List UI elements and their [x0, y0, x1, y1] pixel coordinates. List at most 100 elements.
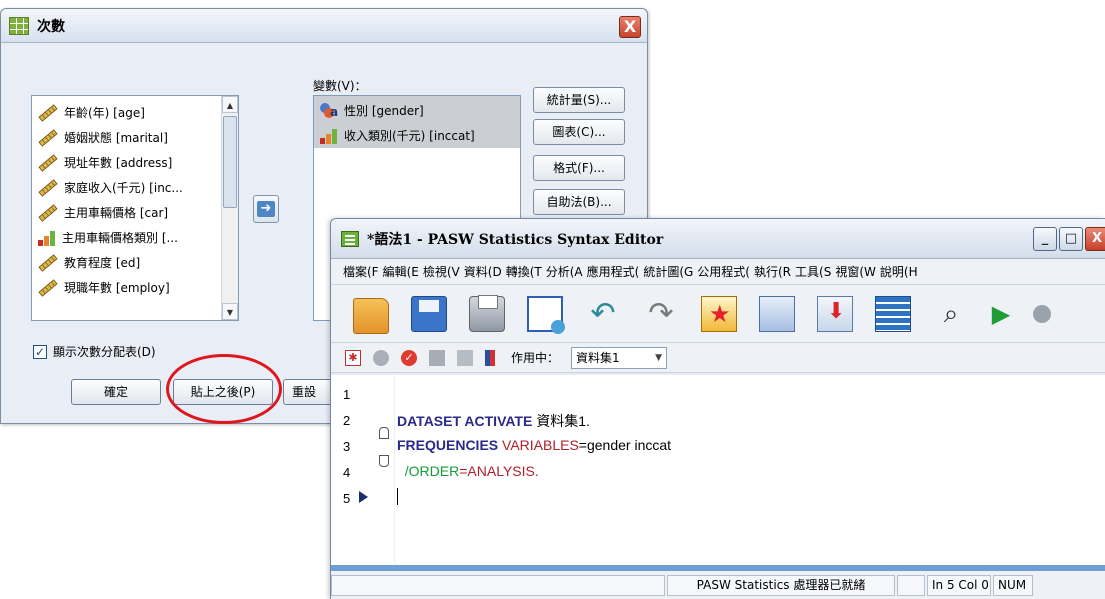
- chevron-down-icon[interactable]: ▼: [655, 348, 662, 368]
- list-item[interactable]: 現址年數 [address]: [32, 150, 222, 175]
- ordinal-bars-icon: [38, 230, 56, 246]
- scale-ruler-icon: [38, 253, 58, 272]
- menu-item[interactable]: 說明(H: [880, 263, 918, 280]
- save-icon[interactable]: [411, 295, 447, 332]
- format-button[interactable]: 格式(F)...: [533, 155, 625, 181]
- scroll-thumb[interactable]: [223, 116, 237, 208]
- menu-item[interactable]: 統計圖(G: [643, 263, 693, 280]
- validate-icon[interactable]: ✓: [401, 349, 417, 366]
- line-number: 3: [343, 439, 351, 454]
- variable-label: 性別 [gender]: [344, 104, 424, 118]
- status-spacer: [897, 575, 925, 596]
- status-blank: [331, 575, 665, 596]
- list-item[interactable]: a 性別 [gender]: [314, 98, 520, 123]
- list-item[interactable]: 婚姻狀態 [marital]: [32, 125, 222, 150]
- bookmark-icon[interactable]: [429, 349, 445, 366]
- open-folder-icon[interactable]: [353, 297, 389, 334]
- fold-close-icon[interactable]: [379, 455, 389, 467]
- stop-icon[interactable]: [1033, 304, 1051, 323]
- variable-label: 現職年數 [employ]: [64, 281, 170, 295]
- code-line[interactable]: FREQUENCIES VARIABLES=gender inccat: [397, 437, 671, 453]
- syntax-code-area[interactable]: 1 2 DATASET ACTIVATE 資料集1. 3 FREQUENCIES VAR…: [331, 375, 1105, 565]
- goto-case-icon[interactable]: [701, 295, 737, 332]
- statistics-button[interactable]: 統計量(S)...: [533, 87, 625, 113]
- list-item[interactable]: 家庭收入(千元) [inc...: [32, 175, 222, 200]
- menu-item[interactable]: 視窗(W: [835, 263, 876, 280]
- dataset-value: 資料集1: [576, 350, 620, 365]
- scale-ruler-icon: [38, 278, 58, 297]
- list-item[interactable]: 現職年數 [employ]: [32, 275, 222, 300]
- charts-button[interactable]: 圖表(C)...: [533, 119, 625, 145]
- scale-ruler-icon: [38, 103, 58, 122]
- processor-status: PASW Statistics 處理器已就緒: [667, 575, 895, 596]
- list-item[interactable]: 收入類別(千元) [inccat]: [314, 123, 520, 148]
- variable-label: 婚姻狀態 [marital]: [64, 131, 168, 145]
- redo-icon[interactable]: ↷: [643, 296, 679, 332]
- menu-item[interactable]: 轉換(T: [506, 263, 542, 280]
- list-item[interactable]: 年齡(年) [age]: [32, 100, 222, 125]
- syntax-token: =ANALYSIS.: [459, 463, 539, 479]
- active-dataset-select[interactable]: 資料集1 ▼: [571, 346, 668, 369]
- editor-titlebar[interactable]: *語法1 - PASW Statistics Syntax Editor _ □…: [331, 219, 1105, 259]
- goto-variable-icon[interactable]: [759, 295, 795, 332]
- syntax-token: 資料集1.: [532, 413, 590, 429]
- scroll-down-icon[interactable]: ▼: [222, 303, 238, 320]
- ok-button[interactable]: 確定: [71, 379, 161, 405]
- status-bar: PASW Statistics 處理器已就緒 In 5 Col 0 NUM: [331, 571, 1105, 599]
- checkmark-icon[interactable]: ✓: [33, 344, 47, 359]
- arrow-right-icon: ➜: [257, 201, 275, 217]
- scale-ruler-icon: [38, 128, 58, 147]
- move-variable-button[interactable]: ➜: [253, 195, 279, 223]
- variable-label: 家庭收入(千元) [inc...: [64, 181, 183, 195]
- source-list-scrollbar[interactable]: ▲ ▼: [221, 96, 238, 320]
- current-line-arrow-icon: [359, 491, 368, 503]
- menu-item[interactable]: 資料(D: [464, 263, 502, 280]
- breakpoint-icon[interactable]: ✱: [345, 349, 361, 366]
- undo-icon[interactable]: ↶: [585, 296, 621, 332]
- dialog-close-button[interactable]: X: [619, 16, 641, 38]
- menu-item[interactable]: 工具(S: [795, 263, 831, 280]
- menu-item[interactable]: 編輯(E: [383, 263, 419, 280]
- recall-dialog-icon[interactable]: [527, 295, 565, 334]
- source-variable-list[interactable]: 年齡(年) [age] 婚姻狀態 [marital] 現址年數 [address] 家…: [31, 95, 239, 321]
- fold-open-icon[interactable]: [379, 427, 389, 439]
- find-binoculars-icon[interactable]: ⌕: [933, 296, 969, 332]
- menu-item[interactable]: 分析(A: [546, 263, 583, 280]
- editor-close-button[interactable]: X: [1085, 227, 1105, 251]
- menu-item[interactable]: 執行(R: [754, 263, 791, 280]
- bootstrap-button[interactable]: 自助法(B)...: [533, 189, 625, 215]
- scroll-up-icon[interactable]: ▲: [222, 96, 238, 113]
- variable-label: 年齡(年) [age]: [64, 106, 145, 120]
- code-line[interactable]: /ORDER=ANALYSIS.: [397, 463, 539, 479]
- dialog-title: 次數: [37, 18, 65, 35]
- clear-bookmark-icon[interactable]: [457, 349, 473, 366]
- variables-grid-icon[interactable]: [875, 295, 911, 332]
- insert-variable-icon[interactable]: [817, 295, 853, 332]
- variable-label: 主用車輛價格 [car]: [64, 206, 169, 220]
- syntax-token: VARIABLES: [498, 437, 579, 453]
- nominal-icon: a: [320, 102, 338, 119]
- print-icon[interactable]: [469, 294, 505, 332]
- cursor-position: In 5 Col 0: [927, 575, 991, 596]
- variables-label: 變數(V)：: [313, 79, 367, 93]
- menu-item[interactable]: 應用程式(: [587, 263, 640, 280]
- next-bookmark-icon[interactable]: [485, 349, 495, 366]
- dialog-titlebar[interactable]: 次數 X: [1, 9, 647, 43]
- maximize-button[interactable]: □: [1059, 227, 1083, 251]
- line-number: 2: [343, 413, 351, 428]
- syntax-token: DATASET ACTIVATE: [397, 413, 533, 429]
- run-selection-icon[interactable]: ▶: [991, 296, 1011, 332]
- display-frequency-tables-checkbox[interactable]: ✓ 顯示次數分配表(D): [33, 343, 156, 360]
- list-item[interactable]: 主用車輛價格類別 [...: [32, 225, 222, 250]
- toggle-breakpoint-icon[interactable]: [373, 349, 389, 366]
- code-line[interactable]: DATASET ACTIVATE 資料集1.: [397, 411, 590, 431]
- line-number: 1: [343, 387, 351, 402]
- list-item[interactable]: 主用車輛價格 [car]: [32, 200, 222, 225]
- menu-item[interactable]: 檔案(F: [343, 263, 379, 280]
- menu-bar: 檔案(F 編輯(E 檢視(V 資料(D 轉換(T 分析(A 應用程式(統計圖(G 公用程式(執…: [331, 259, 1105, 285]
- editor-title: *語法1 - PASW Statistics Syntax Editor: [367, 231, 664, 248]
- list-item[interactable]: 教育程度 [ed]: [32, 250, 222, 275]
- menu-item[interactable]: 檢視(V: [423, 263, 460, 280]
- menu-item[interactable]: 公用程式(: [697, 263, 750, 280]
- minimize-button[interactable]: _: [1033, 227, 1057, 251]
